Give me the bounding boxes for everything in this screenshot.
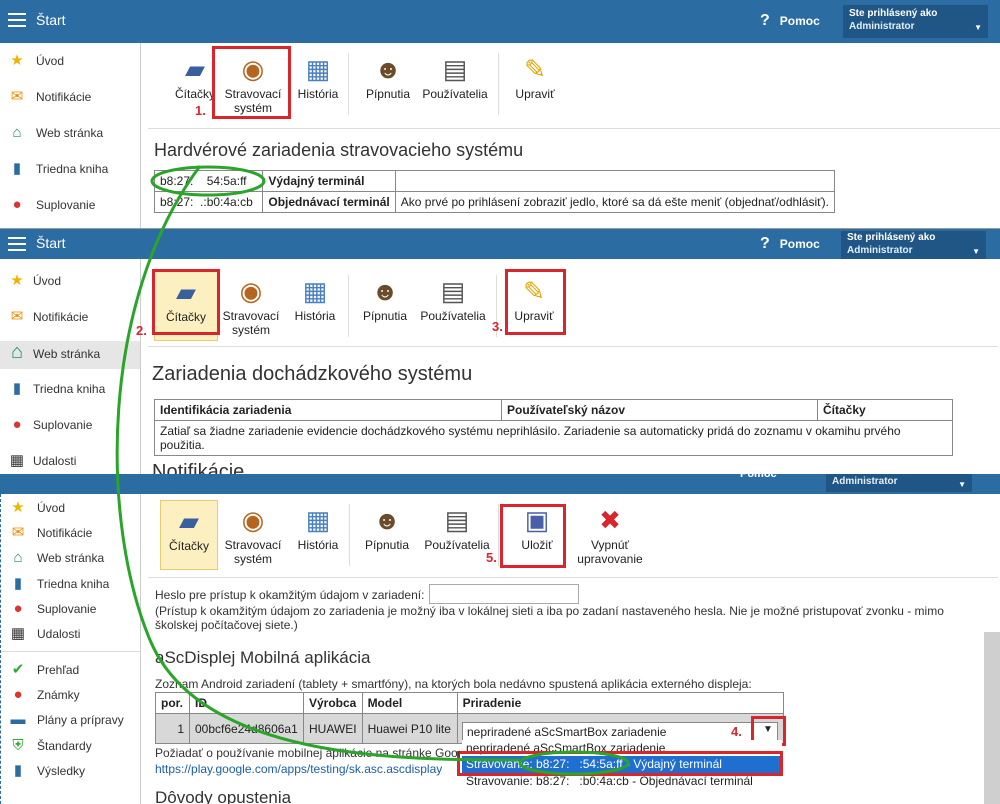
annotation-ellipse-mac — [150, 165, 266, 197]
annotation-ellipse-option — [518, 750, 630, 776]
annotation-overlay — [115, 165, 630, 776]
annotation-curve — [115, 165, 521, 762]
